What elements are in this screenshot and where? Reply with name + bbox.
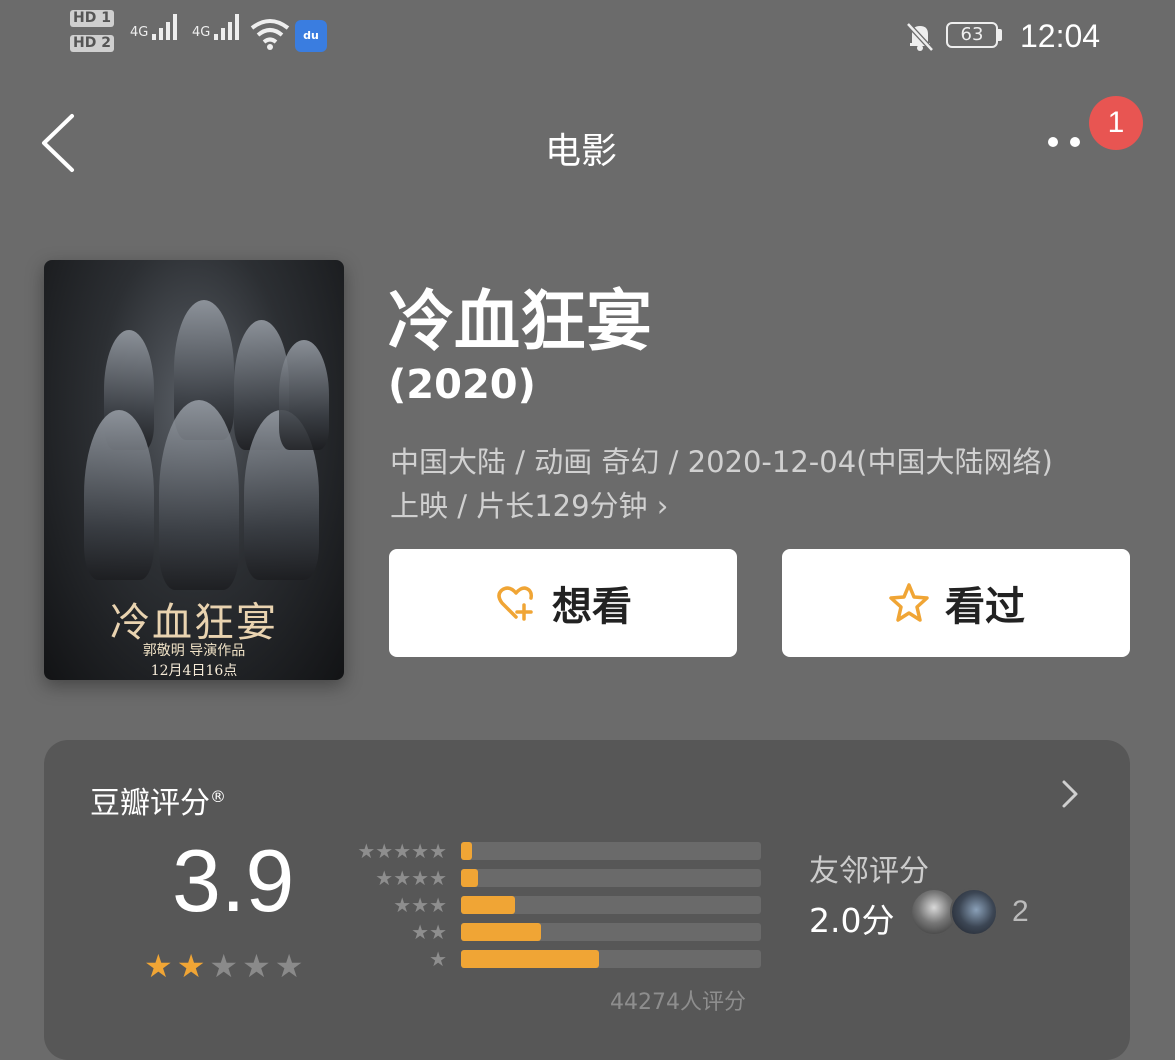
- star-icon: ★: [176, 947, 206, 985]
- battery-level: 63: [946, 22, 998, 48]
- wifi-icon: [250, 19, 290, 50]
- rating-title: 豆瓣评分®: [90, 778, 226, 822]
- movie-title: 冷血狂宴: [388, 283, 652, 360]
- star-icon: ★: [242, 947, 271, 985]
- page-title: 电影: [545, 131, 618, 172]
- movie-poster[interactable]: 冷血狂宴 郭敬明 导演作品 12月4日16点: [44, 260, 344, 680]
- signal-bars-icon: [214, 14, 240, 40]
- star-icon: ★: [209, 947, 239, 985]
- network-type-2: 4G: [192, 25, 211, 40]
- watched-label: 看过: [945, 584, 1025, 630]
- distribution-stars-label: ★★★: [393, 893, 447, 917]
- distribution-bar-fill: [461, 923, 541, 941]
- baidu-app-icon: du: [295, 20, 327, 52]
- distribution-bar-track: [461, 950, 761, 968]
- rating-distribution: ★★★★★ ★★★★ ★★★ ★★ ★: [342, 839, 761, 977]
- hd2-badge: HD 2: [70, 35, 114, 52]
- signal-1: 4G: [130, 14, 178, 40]
- battery-icon: 63: [946, 22, 1002, 48]
- heart-plus-icon: [497, 586, 533, 621]
- friend-rating-title: 友邻评分: [809, 854, 929, 889]
- meta-line-1: 中国大陆 / 动画 奇幻 / 2020-12-04(中国大陆网络): [390, 445, 1053, 479]
- distribution-bar-track: [461, 869, 761, 887]
- avatar: [950, 888, 998, 936]
- friend-rating-score: 2.0分: [809, 901, 895, 940]
- distribution-stars-label: ★★: [411, 920, 447, 944]
- distribution-bar-track: [461, 896, 761, 914]
- friend-count: 2: [1012, 895, 1029, 928]
- distribution-bar-track: [461, 842, 761, 860]
- want-to-watch-button[interactable]: 想看: [389, 549, 737, 657]
- chevron-right-icon[interactable]: [1060, 778, 1080, 810]
- distribution-bar-track: [461, 923, 761, 941]
- distribution-bar-fill: [461, 896, 515, 914]
- distribution-stars-label: ★: [429, 947, 447, 971]
- distribution-row: ★★★: [342, 893, 761, 917]
- notification-badge: 1: [1089, 96, 1143, 150]
- distribution-bar-fill: [461, 869, 478, 887]
- meta-line-2: 上映 / 片长129分钟 ›: [390, 489, 669, 523]
- signal-bars-icon: [152, 14, 178, 40]
- movie-meta[interactable]: 中国大陆 / 动画 奇幻 / 2020-12-04(中国大陆网络) 上映 / 片…: [390, 440, 1150, 528]
- rating-stars: ★ ★ ★ ★ ★: [144, 950, 303, 982]
- rating-count: 44274人评分: [610, 990, 746, 1015]
- watched-button[interactable]: 看过: [782, 549, 1130, 657]
- network-type-1: 4G: [130, 25, 149, 40]
- rating-score: 3.9: [172, 831, 295, 930]
- distribution-row: ★★★★★: [342, 839, 761, 863]
- distribution-bar-fill: [461, 950, 599, 968]
- status-bar: HD 1 HD 2 4G 4G du 63 12:04: [0, 0, 1175, 80]
- friend-avatars[interactable]: 2: [910, 888, 1029, 936]
- poster-date: 12月4日16点: [150, 663, 238, 679]
- registered-mark: ®: [210, 787, 226, 806]
- distribution-bar-fill: [461, 842, 472, 860]
- bell-muted-icon: [906, 22, 934, 52]
- want-to-watch-label: 想看: [552, 584, 632, 630]
- douban-rating-card[interactable]: 豆瓣评分® 3.9 ★ ★ ★ ★ ★ ★★★★★ ★★★★ ★★★ ★★ ★ 44274人评分…: [44, 740, 1130, 1060]
- distribution-stars-label: ★★★★★: [357, 839, 447, 863]
- distribution-row: ★: [342, 947, 761, 971]
- distribution-row: ★★★★: [342, 866, 761, 890]
- poster-subtitle: 郭敬明 导演作品: [142, 643, 246, 659]
- star-outline-icon: [889, 583, 929, 622]
- hd1-badge: HD 1: [70, 10, 114, 27]
- clock: 12:04: [1020, 18, 1101, 54]
- movie-year: (2020): [388, 362, 536, 408]
- distribution-row: ★★: [342, 920, 761, 944]
- rating-title-text: 豆瓣评分: [90, 786, 210, 821]
- distribution-stars-label: ★★★★: [375, 866, 447, 890]
- star-icon: ★: [144, 947, 173, 985]
- signal-2: 4G: [192, 14, 240, 40]
- star-icon: ★: [274, 947, 304, 985]
- sim-indicators: HD 1 HD 2: [70, 10, 114, 52]
- more-dots-icon[interactable]: [1044, 132, 1090, 152]
- chevron-left-icon[interactable]: [38, 112, 78, 174]
